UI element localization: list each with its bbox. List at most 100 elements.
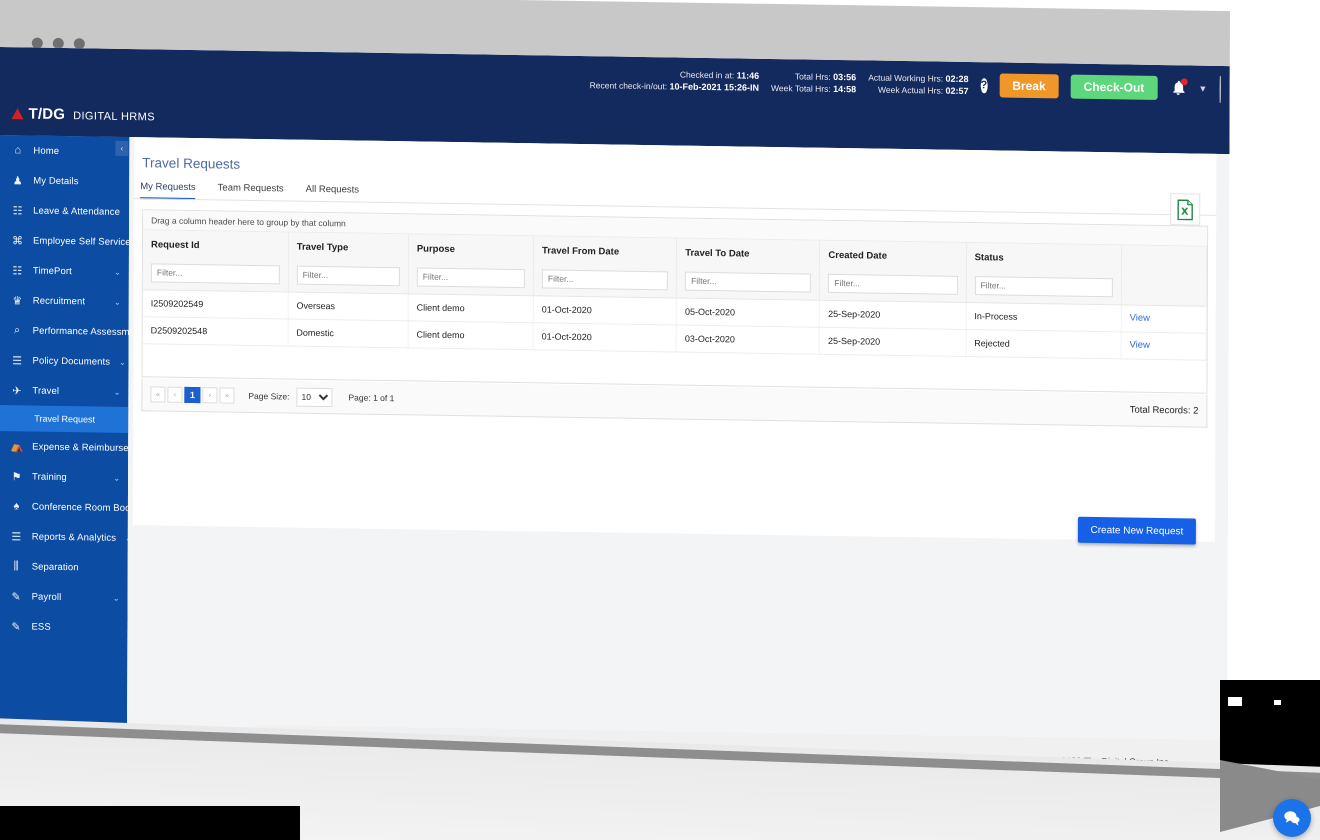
sidebar-item-label: Separation bbox=[31, 561, 79, 573]
column-header-travel-from-date[interactable]: Travel From Date bbox=[533, 236, 677, 268]
column-header-created-date[interactable]: Created Date bbox=[819, 240, 967, 272]
chevron-down-icon: ⌄ bbox=[112, 593, 120, 603]
filter-input-status[interactable] bbox=[974, 275, 1113, 297]
page-card: Travel Requests My Requests Team Request… bbox=[132, 137, 1217, 545]
help-icon[interactable]: ? bbox=[980, 77, 988, 93]
travel-requests-table: Request Id Travel Type Purpose Travel Fr… bbox=[142, 230, 1207, 360]
filter-cell-travel-type bbox=[288, 261, 409, 294]
airplane-icon: ✈ bbox=[12, 384, 22, 397]
recent-checkinout-label: Recent check-in/out: bbox=[589, 79, 668, 91]
chevron-down-icon[interactable]: ▼ bbox=[1198, 84, 1207, 94]
sidebar-item-policy-documents[interactable]: ☰ Policy Documents ⌄ bbox=[0, 345, 129, 377]
column-header-travel-type[interactable]: Travel Type bbox=[288, 232, 409, 264]
filter-input-request-id[interactable] bbox=[150, 262, 280, 284]
speckle-1 bbox=[1228, 697, 1242, 706]
week-actual-hrs-row: Week Actual Hrs: 02:57 bbox=[868, 84, 968, 97]
pagination-last-button[interactable]: » bbox=[219, 387, 235, 404]
page-size-select[interactable]: 10 bbox=[296, 387, 333, 407]
filter-cell-created-date bbox=[819, 269, 967, 302]
cell-status: In-Process bbox=[965, 301, 1122, 332]
sidebar-item-separation[interactable]: ⫼ Separation bbox=[0, 551, 128, 583]
sidebar-item-label: Training bbox=[32, 471, 67, 483]
avatar[interactable] bbox=[1219, 75, 1220, 103]
sidebar-item-reports-analytics[interactable]: ☰ Reports & Analytics ⌄ bbox=[0, 521, 131, 553]
sidebar-item-training[interactable]: ⚑ Training ⌄ bbox=[0, 461, 128, 493]
cell-travel-from-date: 01-Oct-2020 bbox=[533, 295, 677, 325]
brand-logo[interactable]: T/DG DIGITAL HRMS bbox=[0, 105, 155, 124]
column-header-actions bbox=[1121, 245, 1207, 276]
week-total-hrs-label: Week Total Hrs: bbox=[771, 82, 831, 94]
view-link[interactable]: View bbox=[1130, 313, 1150, 324]
person-icon: ♟ bbox=[12, 174, 23, 187]
cell-travel-to-date: 05-Oct-2020 bbox=[676, 297, 820, 327]
sidebar-item-employee-self-service[interactable]: ⌘ Employee Self Service bbox=[0, 225, 131, 257]
cell-request-id: D2509202548 bbox=[142, 316, 288, 346]
pagination-next-button[interactable]: › bbox=[202, 387, 218, 404]
total-records-label: Total Records: 2 bbox=[1129, 404, 1199, 417]
filter-input-travel-type[interactable] bbox=[296, 265, 400, 286]
column-header-request-id[interactable]: Request Id bbox=[142, 230, 289, 262]
pagination-first-button[interactable]: « bbox=[150, 386, 166, 403]
sidebar-item-recruitment[interactable]: ♛ Recruitment ⌄ bbox=[0, 285, 129, 317]
pagination-prev-button[interactable]: ‹ bbox=[167, 386, 183, 403]
bar-chart-icon: ☰ bbox=[11, 530, 22, 543]
chat-support-button[interactable] bbox=[1273, 799, 1311, 837]
sidebar-item-travel-request[interactable]: Travel Request bbox=[0, 405, 129, 434]
filter-cell-travel-from-date bbox=[533, 265, 677, 298]
sidebar-item-travel[interactable]: ✈ Travel ⌄ bbox=[0, 375, 128, 407]
sidebar-item-ess[interactable]: ✎ ESS bbox=[0, 611, 128, 643]
screenshot-stage: Checked in at: 11:46 Recent check-in/out… bbox=[0, 0, 1320, 840]
view-link[interactable]: View bbox=[1129, 340, 1149, 351]
sidebar-item-timeport[interactable]: ☷ TimePort ⌄ bbox=[0, 255, 129, 287]
tab-my-requests[interactable]: My Requests bbox=[140, 181, 196, 201]
sidebar-item-payroll[interactable]: ✎ Payroll ⌄ bbox=[0, 581, 128, 613]
actual-working-hrs-row: Actual Working Hrs: 02:28 bbox=[868, 72, 968, 85]
export-to-excel-button[interactable]: X bbox=[1170, 193, 1201, 226]
chevron-down-icon: ⌄ bbox=[114, 297, 121, 307]
sidebar-item-my-details[interactable]: ♟ My Details bbox=[0, 165, 129, 197]
page-title: Travel Requests bbox=[142, 155, 241, 172]
filter-input-purpose[interactable] bbox=[416, 266, 525, 288]
wallet-icon: ⛺ bbox=[10, 440, 24, 453]
svg-text:X: X bbox=[1181, 206, 1189, 217]
sidebar-item-leave-attendance[interactable]: ☷ Leave & Attendance bbox=[0, 195, 129, 227]
page-of-label: Page: 1 of 1 bbox=[348, 392, 395, 404]
tab-all-requests[interactable]: All Requests bbox=[306, 184, 359, 203]
conference-icon: ♠ bbox=[13, 500, 20, 513]
chat-icon bbox=[1284, 811, 1300, 826]
break-button[interactable]: Break bbox=[999, 73, 1059, 99]
sidebar-item-conference-room-booking[interactable]: ♠ Conference Room Booking ⌄ bbox=[0, 491, 164, 523]
column-header-purpose[interactable]: Purpose bbox=[408, 234, 534, 266]
money-icon: ✎ bbox=[11, 590, 21, 603]
actual-hours-info: Actual Working Hrs: 02:28 Week Actual Hr… bbox=[868, 72, 968, 97]
pagination-page-1-button[interactable]: 1 bbox=[184, 386, 201, 404]
home-icon: ⌂ bbox=[14, 144, 22, 157]
column-header-travel-to-date[interactable]: Travel To Date bbox=[676, 238, 820, 270]
week-actual-hrs-value: 02:57 bbox=[945, 85, 969, 96]
filter-cell-travel-to-date bbox=[676, 267, 820, 300]
check-out-button[interactable]: Check-Out bbox=[1070, 74, 1158, 100]
excel-icon: X bbox=[1177, 198, 1193, 220]
actual-working-hrs-label: Actual Working Hrs: bbox=[868, 71, 944, 84]
sidebar-item-label: Payroll bbox=[31, 591, 62, 603]
door-exit-icon: ⫼ bbox=[13, 559, 19, 572]
sidebar-item-label: Leave & Attendance bbox=[33, 205, 120, 218]
cell-created-date: 25-Sep-2020 bbox=[819, 299, 966, 329]
triangle-icon bbox=[11, 107, 24, 119]
sidebar-item-home[interactable]: ⌂ Home bbox=[0, 135, 129, 167]
column-header-status[interactable]: Status bbox=[966, 242, 1122, 275]
filter-input-created-date[interactable] bbox=[828, 273, 958, 295]
filter-input-travel-from-date[interactable] bbox=[541, 268, 669, 290]
sidebar-item-performance-assessment[interactable]: ⌕ Performance Assessment bbox=[0, 315, 143, 347]
sidebar-item-expense-reimbursement[interactable]: ⛺ Expense & Reimbursement ⌄ bbox=[0, 431, 166, 463]
sidebar-item-label: ESS bbox=[31, 621, 51, 633]
sidebar-collapse-button[interactable]: ‹ bbox=[115, 140, 129, 156]
create-new-request-button[interactable]: Create New Request bbox=[1077, 516, 1196, 545]
filter-input-travel-to-date[interactable] bbox=[685, 271, 812, 293]
chevron-down-icon: ⌄ bbox=[114, 267, 121, 277]
notification-bell-icon[interactable] bbox=[1169, 78, 1188, 97]
cell-actions: View bbox=[1120, 331, 1207, 360]
filter-cell-purpose bbox=[408, 263, 534, 296]
actual-working-hrs-value: 02:28 bbox=[945, 73, 969, 84]
chevron-down-icon: ⌄ bbox=[113, 387, 121, 397]
